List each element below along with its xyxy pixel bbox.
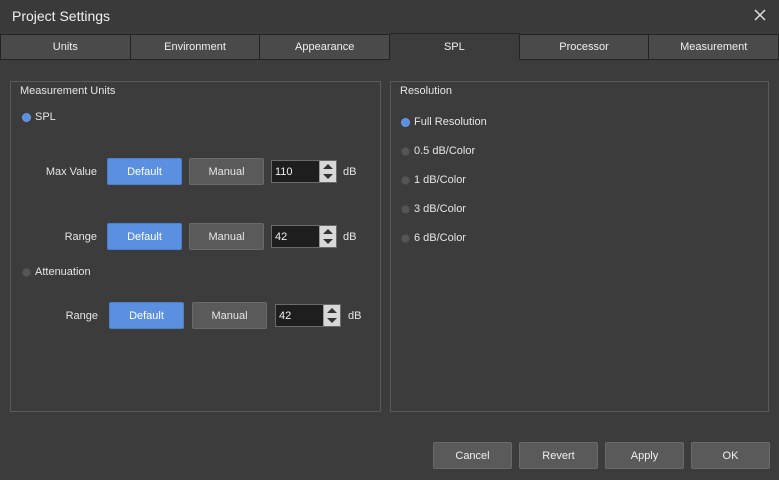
spl-range-unit: dB xyxy=(343,231,357,243)
attenuation-range-label: Range xyxy=(65,310,98,322)
resolution-option-label: Full Resolution xyxy=(414,116,487,128)
tab-measurement[interactable]: Measurement xyxy=(649,34,779,60)
max-value-spinbox[interactable]: 110 xyxy=(271,160,337,183)
max-value-manual-button[interactable]: Manual xyxy=(189,158,264,185)
increment-icon[interactable] xyxy=(323,164,333,169)
radio-dot xyxy=(401,233,410,243)
attenuation-range-manual-button[interactable]: Manual xyxy=(192,302,267,329)
tab-bar: Units Environment Appearance SPL Process… xyxy=(0,33,779,60)
cancel-button[interactable]: Cancel xyxy=(433,442,512,469)
attenuation-range-default-button[interactable]: Default xyxy=(109,302,184,329)
max-value-label: Max Value xyxy=(45,166,97,178)
spl-range-default-button[interactable]: Default xyxy=(107,223,182,250)
radio-dot xyxy=(401,175,410,185)
resolution-option-label: 1 dB/Color xyxy=(414,174,466,186)
spl-radio[interactable]: SPL xyxy=(22,111,56,123)
tab-units[interactable]: Units xyxy=(0,34,131,60)
spl-range-stepper[interactable] xyxy=(319,226,336,247)
radio-dot xyxy=(401,146,410,156)
resolution-option-1db[interactable]: 1 dB/Color xyxy=(401,174,466,186)
radio-dot xyxy=(401,204,410,214)
increment-icon[interactable] xyxy=(323,229,333,234)
revert-button[interactable]: Revert xyxy=(519,442,598,469)
title-bar: Project Settings xyxy=(0,0,779,32)
attenuation-radio[interactable]: Attenuation xyxy=(22,266,91,278)
tab-appearance[interactable]: Appearance xyxy=(260,34,391,60)
resolution-option-full[interactable]: Full Resolution xyxy=(401,116,487,128)
resolution-option-3db[interactable]: 3 dB/Color xyxy=(401,203,466,215)
spl-radio-label: SPL xyxy=(35,111,56,123)
decrement-icon[interactable] xyxy=(323,239,333,244)
resolution-option-label: 6 dB/Color xyxy=(414,232,466,244)
ok-button[interactable]: OK xyxy=(691,442,770,469)
max-value-stepper[interactable] xyxy=(319,161,336,182)
resolution-option-label: 3 dB/Color xyxy=(414,203,466,215)
resolution-title: Resolution xyxy=(400,85,452,97)
close-icon[interactable] xyxy=(753,8,767,22)
attenuation-radio-label: Attenuation xyxy=(35,266,91,278)
resolution-panel: Resolution Full Resolution 0.5 dB/Color … xyxy=(390,81,769,412)
max-value-field[interactable]: 110 xyxy=(275,166,293,178)
resolution-option-label: 0.5 dB/Color xyxy=(414,145,476,157)
apply-button[interactable]: Apply xyxy=(605,442,684,469)
window-title: Project Settings xyxy=(12,8,111,24)
max-value-unit: dB xyxy=(343,166,357,178)
radio-dot xyxy=(401,117,410,127)
attenuation-range-stepper[interactable] xyxy=(323,305,340,326)
spl-range-spinbox[interactable]: 42 xyxy=(271,225,337,248)
tab-processor[interactable]: Processor xyxy=(519,34,650,60)
attenuation-range-unit: dB xyxy=(348,310,362,322)
tab-environment[interactable]: Environment xyxy=(130,34,261,60)
max-value-default-button[interactable]: Default xyxy=(107,158,182,185)
resolution-option-0-5db[interactable]: 0.5 dB/Color xyxy=(401,145,475,157)
attenuation-range-spinbox[interactable]: 42 xyxy=(275,304,341,327)
spl-range-manual-button[interactable]: Manual xyxy=(189,223,264,250)
resolution-option-6db[interactable]: 6 dB/Color xyxy=(401,232,466,244)
measurement-units-title: Measurement Units xyxy=(20,85,116,97)
attenuation-range-field[interactable]: 42 xyxy=(279,310,291,322)
measurement-units-panel: Measurement Units SPL Max Value Default … xyxy=(10,81,381,412)
decrement-icon[interactable] xyxy=(327,318,337,323)
tab-spl[interactable]: SPL xyxy=(390,33,520,60)
spl-range-field[interactable]: 42 xyxy=(275,231,287,243)
attenuation-radio-dot xyxy=(22,267,31,277)
spl-radio-dot xyxy=(22,112,31,122)
spl-range-label: Range xyxy=(64,231,97,243)
increment-icon[interactable] xyxy=(327,308,337,313)
decrement-icon[interactable] xyxy=(323,174,333,179)
